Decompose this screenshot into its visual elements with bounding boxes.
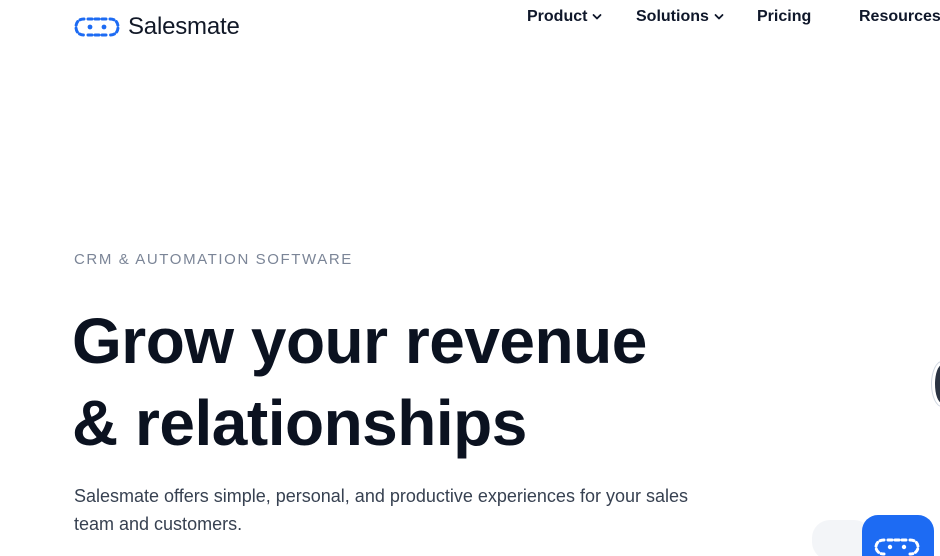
nav-item-label: Solutions	[636, 8, 709, 25]
nav-item-label: Product	[527, 8, 588, 25]
brand-logo[interactable]: Salesmate	[74, 13, 240, 41]
chat-launcher-button[interactable]	[862, 515, 934, 556]
salesmate-logo-icon	[74, 17, 120, 37]
nav-item-label: Pricing	[757, 8, 812, 25]
chat-launcher-icon	[874, 538, 920, 556]
hero-eyebrow: CRM & AUTOMATION SOFTWARE	[74, 251, 353, 268]
chevron-down-icon	[593, 14, 602, 20]
nav-item-product[interactable]: Product	[527, 8, 602, 26]
nav-item-label: Resources	[859, 8, 940, 25]
avatar	[932, 362, 940, 406]
page: Salesmate Product Solutions Pricing Reso…	[0, 0, 940, 556]
nav-item-solutions[interactable]: Solutions	[636, 8, 724, 26]
chevron-down-icon	[714, 14, 724, 20]
hero-headline: Grow your revenue & relationships	[72, 300, 772, 464]
hero-headline-line-2: & relationships	[72, 387, 527, 459]
brand-name: Salesmate	[128, 13, 240, 40]
hero-subtext: Salesmate offers simple, personal, and p…	[74, 486, 688, 534]
nav-item-resources[interactable]: Resources	[859, 8, 940, 26]
hero-headline-line-1: Grow your revenue	[72, 305, 647, 377]
nav-item-pricing[interactable]: Pricing	[757, 8, 811, 26]
